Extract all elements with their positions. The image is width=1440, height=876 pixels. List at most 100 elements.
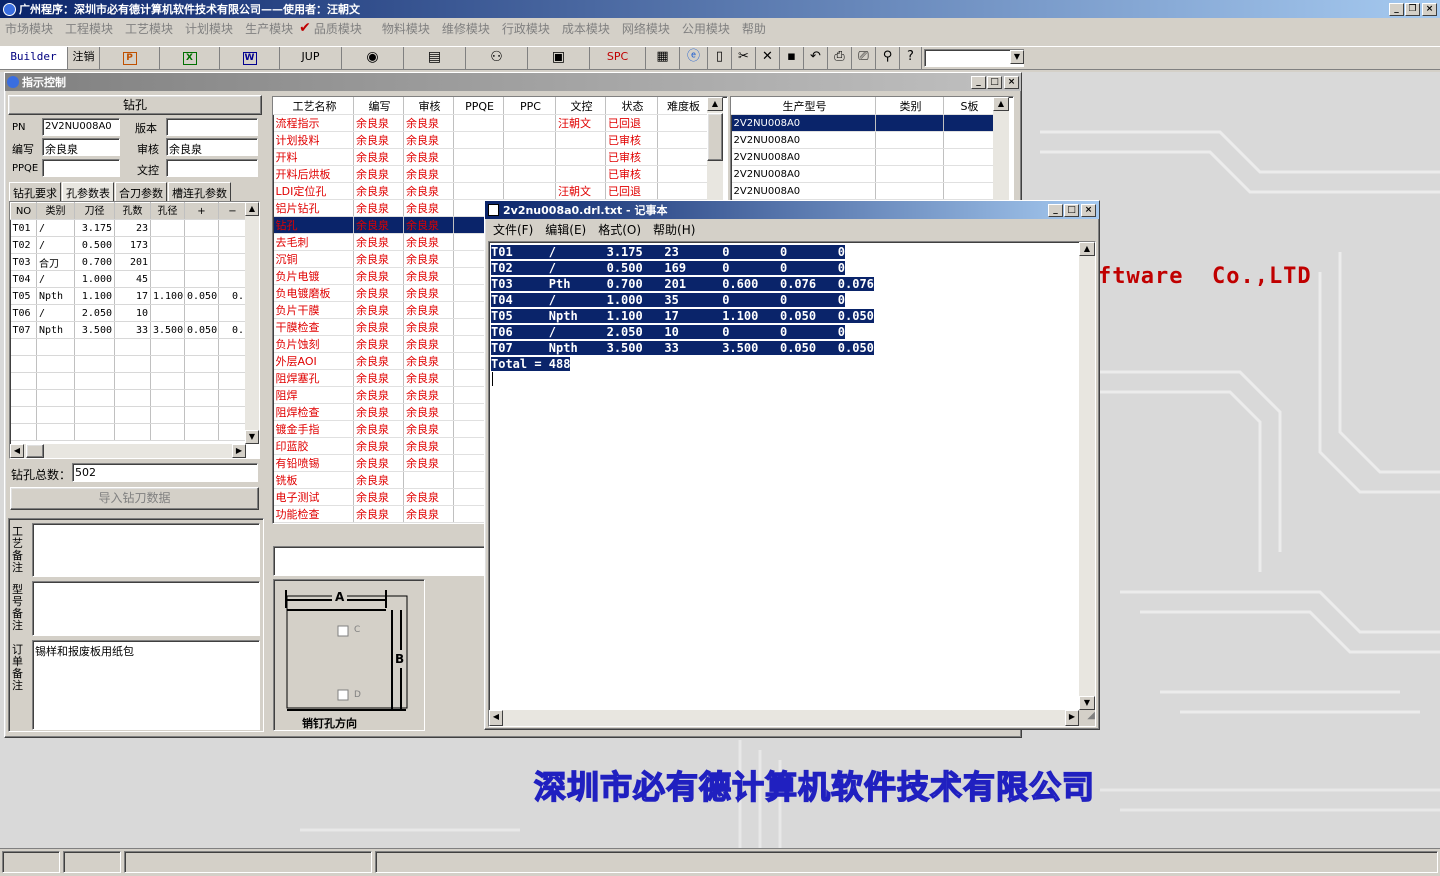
process-cell[interactable]: 余良泉: [403, 403, 454, 421]
new-icon[interactable]: ▯: [708, 47, 732, 69]
drill-cell[interactable]: [218, 304, 247, 322]
process-cell[interactable]: 余良泉: [353, 199, 404, 217]
child-minimize-button[interactable]: _: [971, 75, 986, 89]
process-cell[interactable]: [503, 165, 556, 183]
drill-cell[interactable]: [218, 253, 247, 271]
process-cell[interactable]: 开料后烘板: [273, 165, 354, 183]
scroll-up-icon[interactable]: ▲: [707, 97, 723, 111]
drill-cell[interactable]: [184, 270, 219, 288]
process-row[interactable]: 流程指示 余良泉 余良泉 汪朝文 已回退: [273, 114, 708, 132]
scroll-left-icon[interactable]: ◀: [489, 710, 503, 726]
notepad-maximize-button[interactable]: □: [1064, 203, 1079, 217]
menu-process[interactable]: 工艺模块: [125, 20, 173, 37]
model-cell[interactable]: 2V2NU008A0: [731, 148, 876, 166]
col-minus-tol[interactable]: −: [218, 202, 247, 220]
process-cell[interactable]: 阻焊检查: [273, 403, 354, 421]
process-cell[interactable]: 沉铜: [273, 250, 354, 268]
model-cell[interactable]: 2V2NU008A0: [731, 165, 876, 183]
drill-row[interactable]: T02/0.500 173: [10, 236, 247, 254]
process-cell[interactable]: 去毛刺: [273, 233, 354, 251]
col-author[interactable]: 编写: [353, 97, 404, 115]
drill-cell[interactable]: 0.: [218, 321, 247, 339]
notepad-menu-file[interactable]: 文件(F): [493, 221, 533, 238]
drill-cell[interactable]: T03: [10, 253, 37, 271]
menu-market[interactable]: 市场模块: [5, 20, 53, 37]
process-cell[interactable]: 计划投料: [273, 131, 354, 149]
col-hole-count[interactable]: 孔数: [114, 202, 151, 220]
logout-button[interactable]: 注销: [68, 47, 100, 69]
drill-cell[interactable]: 合刀: [36, 253, 75, 271]
process-cell[interactable]: 余良泉: [353, 369, 404, 387]
process-cell[interactable]: [657, 182, 708, 200]
process-cell[interactable]: 余良泉: [353, 216, 404, 234]
scroll-down-icon[interactable]: ▼: [245, 430, 259, 444]
excel-icon[interactable]: X: [160, 47, 220, 69]
review-field[interactable]: 余良泉: [166, 138, 258, 156]
model-vscroll[interactable]: ▲: [993, 97, 1009, 203]
menu-cost[interactable]: 成本模块: [562, 20, 610, 37]
drill-row[interactable]: T01/3.175 23: [10, 219, 247, 237]
process-cell[interactable]: [657, 131, 708, 149]
process-cell[interactable]: 余良泉: [353, 352, 404, 370]
computer-icon[interactable]: ▣: [528, 47, 590, 69]
process-cell[interactable]: 阻焊: [273, 386, 354, 404]
col-model-type[interactable]: 类别: [875, 97, 944, 115]
process-cell[interactable]: 余良泉: [403, 114, 454, 132]
drill-cell[interactable]: T05: [10, 287, 37, 305]
notepad-line[interactable]: T05 Npth 1.100 17 1.100 0.050 0.050: [491, 308, 1095, 324]
drill-cell[interactable]: [218, 270, 247, 288]
drill-cell[interactable]: 45: [114, 270, 151, 288]
process-cell[interactable]: LDI定位孔: [273, 182, 354, 200]
drill-cell[interactable]: 1.100: [74, 287, 115, 305]
child-close-button[interactable]: ×: [1004, 75, 1019, 89]
process-note-field[interactable]: [32, 523, 260, 577]
process-row[interactable]: 计划投料 余良泉 余良泉 已审核: [273, 131, 708, 149]
process-cell[interactable]: 有铅喷锡: [273, 454, 354, 472]
process-cell[interactable]: [555, 148, 606, 166]
drill-cell[interactable]: 2.050: [74, 304, 115, 322]
process-row[interactable]: 开料后烘板 余良泉 余良泉 已审核: [273, 165, 708, 183]
ie-icon[interactable]: ⓔ: [680, 47, 708, 69]
process-cell[interactable]: 余良泉: [353, 471, 404, 489]
drill-cell[interactable]: [150, 304, 185, 322]
process-cell[interactable]: 余良泉: [403, 284, 454, 302]
menu-material[interactable]: 物料模块: [382, 20, 430, 37]
model-row[interactable]: 2V2NU008A0: [731, 131, 994, 149]
col-reviewer[interactable]: 审核: [403, 97, 454, 115]
process-cell[interactable]: 余良泉: [353, 165, 404, 183]
total-field[interactable]: 502: [72, 463, 258, 482]
drill-row[interactable]: T05 Npth 1.100 17 1.100 0.050 0.: [10, 287, 247, 305]
drill-cell[interactable]: /: [36, 304, 75, 322]
process-cell[interactable]: 余良泉: [403, 454, 454, 472]
process-cell[interactable]: 电子测试: [273, 488, 354, 506]
process-cell[interactable]: 余良泉: [403, 216, 454, 234]
undo-icon[interactable]: ↶: [804, 47, 828, 69]
drill-cell[interactable]: [184, 304, 219, 322]
model-row[interactable]: 2V2NU008A0: [731, 182, 994, 200]
process-cell[interactable]: 余良泉: [353, 454, 404, 472]
toolbar-combo[interactable]: ▼: [924, 49, 1024, 67]
notepad-line[interactable]: T07 Npth 3.500 33 3.500 0.050 0.050: [491, 340, 1095, 356]
notepad-menu-help[interactable]: 帮助(H): [653, 221, 695, 238]
drill-cell[interactable]: [184, 253, 219, 271]
menu-help[interactable]: 帮助: [742, 20, 766, 37]
process-cell[interactable]: 余良泉: [403, 233, 454, 251]
drill-cell[interactable]: [184, 219, 219, 237]
process-cell[interactable]: 汪朝文: [555, 114, 606, 132]
spc-button[interactable]: SPC: [590, 47, 646, 69]
process-cell[interactable]: 余良泉: [353, 267, 404, 285]
import-drill-button[interactable]: 导入钻刀数据: [10, 487, 259, 510]
notepad-line[interactable]: T06 / 2.050 10 0 0 0: [491, 324, 1095, 340]
process-cell[interactable]: 余良泉: [353, 148, 404, 166]
notepad-menu-edit[interactable]: 编辑(E): [545, 221, 586, 238]
process-cell[interactable]: 余良泉: [353, 284, 404, 302]
menu-quality[interactable]: 品质模块: [314, 20, 362, 37]
drill-cell[interactable]: 0.700: [74, 253, 115, 271]
notepad-minimize-button[interactable]: _: [1048, 203, 1063, 217]
cut-icon[interactable]: ✂: [732, 47, 756, 69]
notepad-content[interactable]: T01 / 3.175 23 0 0 0 T02 / 0.500 169 0 0 …: [489, 242, 1095, 372]
drill-cell[interactable]: /: [36, 236, 75, 254]
menu-plan[interactable]: 计划模块: [185, 20, 233, 37]
drill-cell[interactable]: 0.050: [184, 287, 219, 305]
process-cell[interactable]: 铝片钻孔: [273, 199, 354, 217]
